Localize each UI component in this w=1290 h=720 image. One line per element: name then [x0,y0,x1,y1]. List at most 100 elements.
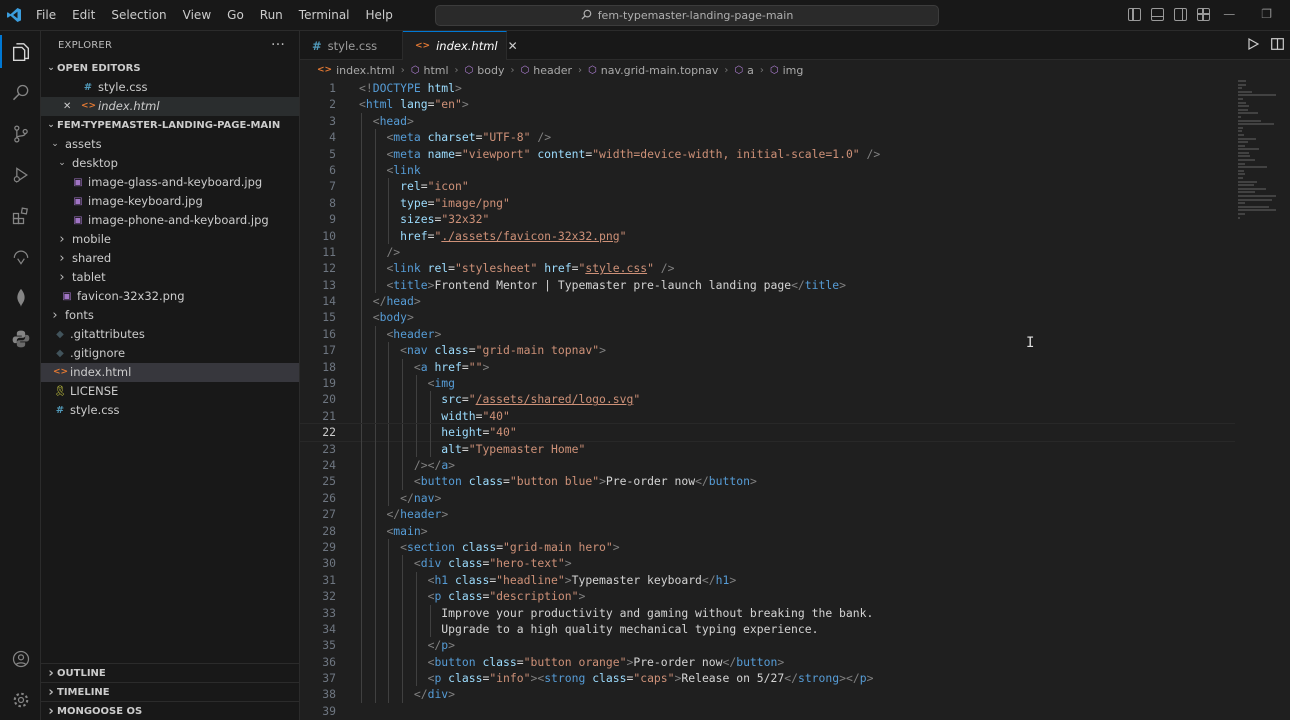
code-line[interactable]: 24 /></a> [300,456,1235,474]
code-line[interactable]: 6 <link [300,161,1235,179]
customize-layout-icon[interactable] [1197,8,1210,21]
minimize-icon[interactable]: — [1223,7,1235,21]
tree-item-tablet[interactable]: › tablet [41,268,299,287]
code-line[interactable]: 34 Upgrade to a high quality mechanical … [300,620,1235,638]
breadcrumb-item[interactable]: index.html [336,64,395,77]
gear-icon[interactable] [0,679,41,720]
accounts-icon[interactable] [0,638,41,679]
tree-item--gitattributes[interactable]: ◆ .gitattributes [41,325,299,344]
section-outline[interactable]: › OUTLINE [41,663,300,682]
toggle-panel-icon[interactable] [1151,8,1164,21]
close-icon[interactable]: ✕ [508,39,518,53]
code-line[interactable]: 30 <div class="hero-text"> [300,555,1235,572]
tree-item-image-glass-and-keyboard-jpg[interactable]: ▣ image-glass-and-keyboard.jpg [41,173,299,192]
code-line[interactable]: 14 </head> [300,293,1235,310]
code-line[interactable]: 20 src="/assets/shared/logo.svg" [300,391,1235,408]
menu-item-run[interactable]: Run [252,0,291,31]
breadcrumb-item[interactable]: html [423,64,448,77]
code-line[interactable]: 27 </header> [300,506,1235,523]
explorer-icon[interactable] [0,31,41,72]
restore-icon[interactable]: ❐ [1261,7,1272,21]
menu-item-file[interactable]: File [28,0,64,31]
tab-index-html[interactable]: <> index.html ✕ [403,31,518,60]
open-editor-item[interactable]: ✕ <> index.html [41,97,299,116]
code-line[interactable]: 10 href="./assets/favicon-32x32.png" [300,227,1235,244]
more-actions-icon[interactable]: ··· [271,37,285,53]
code-line[interactable]: 22 height="40" [300,423,1235,442]
menu-item-edit[interactable]: Edit [64,0,103,31]
menu-item-go[interactable]: Go [219,0,252,31]
command-center-search[interactable]: fem-typemaster-landing-page-main [435,5,939,26]
code-line[interactable]: 4 <meta charset="UTF-8" /> [300,129,1235,146]
tab-style-css[interactable]: # style.css [300,31,403,60]
code-line[interactable]: 38 </div> [300,686,1235,703]
code-line[interactable]: 16 <header> [300,325,1235,343]
breadcrumb-item[interactable]: header [533,64,572,77]
remote-icon[interactable] [0,236,41,277]
code-line[interactable]: 5 <meta name="viewport" content="width=d… [300,145,1235,162]
code-line[interactable]: 2 <html lang="en"> [300,96,1235,112]
python-icon[interactable] [0,318,41,359]
source-control-icon[interactable] [0,113,41,154]
tree-item-license[interactable]: 🎗 LICENSE [41,382,299,401]
breadcrumb-item[interactable]: nav.grid-main.topnav [601,64,719,77]
run-debug-icon[interactable] [0,154,41,195]
code-line[interactable]: 9 sizes="32x32" [300,211,1235,228]
code-line[interactable]: 28 <main> [300,522,1235,539]
toggle-secondary-sidebar-icon[interactable] [1174,8,1187,21]
open-editor-item[interactable]: # style.css [41,78,299,97]
tree-item--gitignore[interactable]: ◆ .gitignore [41,344,299,363]
extensions-icon[interactable] [0,195,41,236]
code-line[interactable]: 32 <p class="description"> [300,588,1235,605]
code-editor[interactable]: 1 <!DOCTYPE html> 2 <html lang="en"> 3 <head… [300,80,1235,720]
tree-item-desktop[interactable]: ⌄ desktop [41,154,299,173]
code-line[interactable]: 19 <img [300,375,1235,392]
code-line[interactable]: 11 /> [300,243,1235,261]
tree-item-shared[interactable]: › shared [41,249,299,268]
code-line[interactable]: 12 <link rel="stylesheet" href="style.cs… [300,260,1235,277]
tree-item-image-keyboard-jpg[interactable]: ▣ image-keyboard.jpg [41,192,299,211]
split-editor-icon[interactable] [1271,38,1284,53]
code-line[interactable]: 7 rel="icon" [300,178,1235,195]
tree-item-favicon-32x32-png[interactable]: ▣ favicon-32x32.png [41,287,299,306]
minimap[interactable] [1234,80,1276,360]
run-icon[interactable] [1247,37,1260,53]
tree-item-style-css[interactable]: # style.css [41,401,299,420]
code-line[interactable]: 13 <title>Frontend Mentor | Typemaster p… [300,276,1235,294]
section-mongoose-os[interactable]: › MONGOOSE OS [41,701,300,720]
toggle-sidebar-icon[interactable] [1128,8,1141,21]
code-line[interactable]: 36 <button class="button orange">Pre-ord… [300,653,1235,671]
code-line[interactable]: 37 <p class="info"><strong class="caps">… [300,670,1235,687]
code-line[interactable]: 39 [300,703,1235,719]
mongodb-leaf-icon[interactable] [0,277,41,318]
code-line[interactable]: 35 </p> [300,637,1235,654]
breadcrumb-item[interactable]: img [783,64,804,77]
code-line[interactable]: 29 <section class="grid-main hero"> [300,538,1235,556]
code-line[interactable]: 8 type="image/png" [300,194,1235,212]
code-line[interactable]: 25 <button class="button blue">Pre-order… [300,473,1235,490]
code-line[interactable]: 23 alt="Typemaster Home" [300,440,1235,457]
tree-item-index-html[interactable]: <> index.html [41,363,299,382]
code-line[interactable]: 17 <nav class="grid-main topnav"> [300,342,1235,359]
tree-item-fonts[interactable]: › fonts [41,306,299,325]
code-line[interactable]: 26 </nav> [300,489,1235,507]
code-line[interactable]: 33 Improve your productivity and gaming … [300,604,1235,621]
menu-item-terminal[interactable]: Terminal [291,0,358,31]
open-editors-section[interactable]: ⌄ OPEN EDITORS [41,59,299,78]
close-icon[interactable]: ✕ [63,97,81,116]
code-line[interactable]: 15 <body> [300,309,1235,326]
project-section[interactable]: ⌄ FEM-TYPEMASTER-LANDING-PAGE-MAIN [41,116,299,135]
breadcrumb-item[interactable]: body [477,64,504,77]
code-line[interactable]: 21 width="40" [300,407,1235,425]
code-line[interactable]: 18 <a href=""> [300,358,1235,376]
code-line[interactable]: 1 <!DOCTYPE html> [300,80,1235,96]
code-line[interactable]: 31 <h1 class="headline">Typemaster keybo… [300,571,1235,589]
breadcrumb-item[interactable]: a [747,64,754,77]
code-line[interactable]: 3 <head> [300,112,1235,130]
menu-item-help[interactable]: Help [358,0,401,31]
search-icon[interactable] [0,72,41,113]
menu-item-selection[interactable]: Selection [103,0,174,31]
tree-item-mobile[interactable]: › mobile [41,230,299,249]
editor-scrollbar[interactable] [1276,80,1290,720]
section-timeline[interactable]: › TIMELINE [41,682,300,701]
